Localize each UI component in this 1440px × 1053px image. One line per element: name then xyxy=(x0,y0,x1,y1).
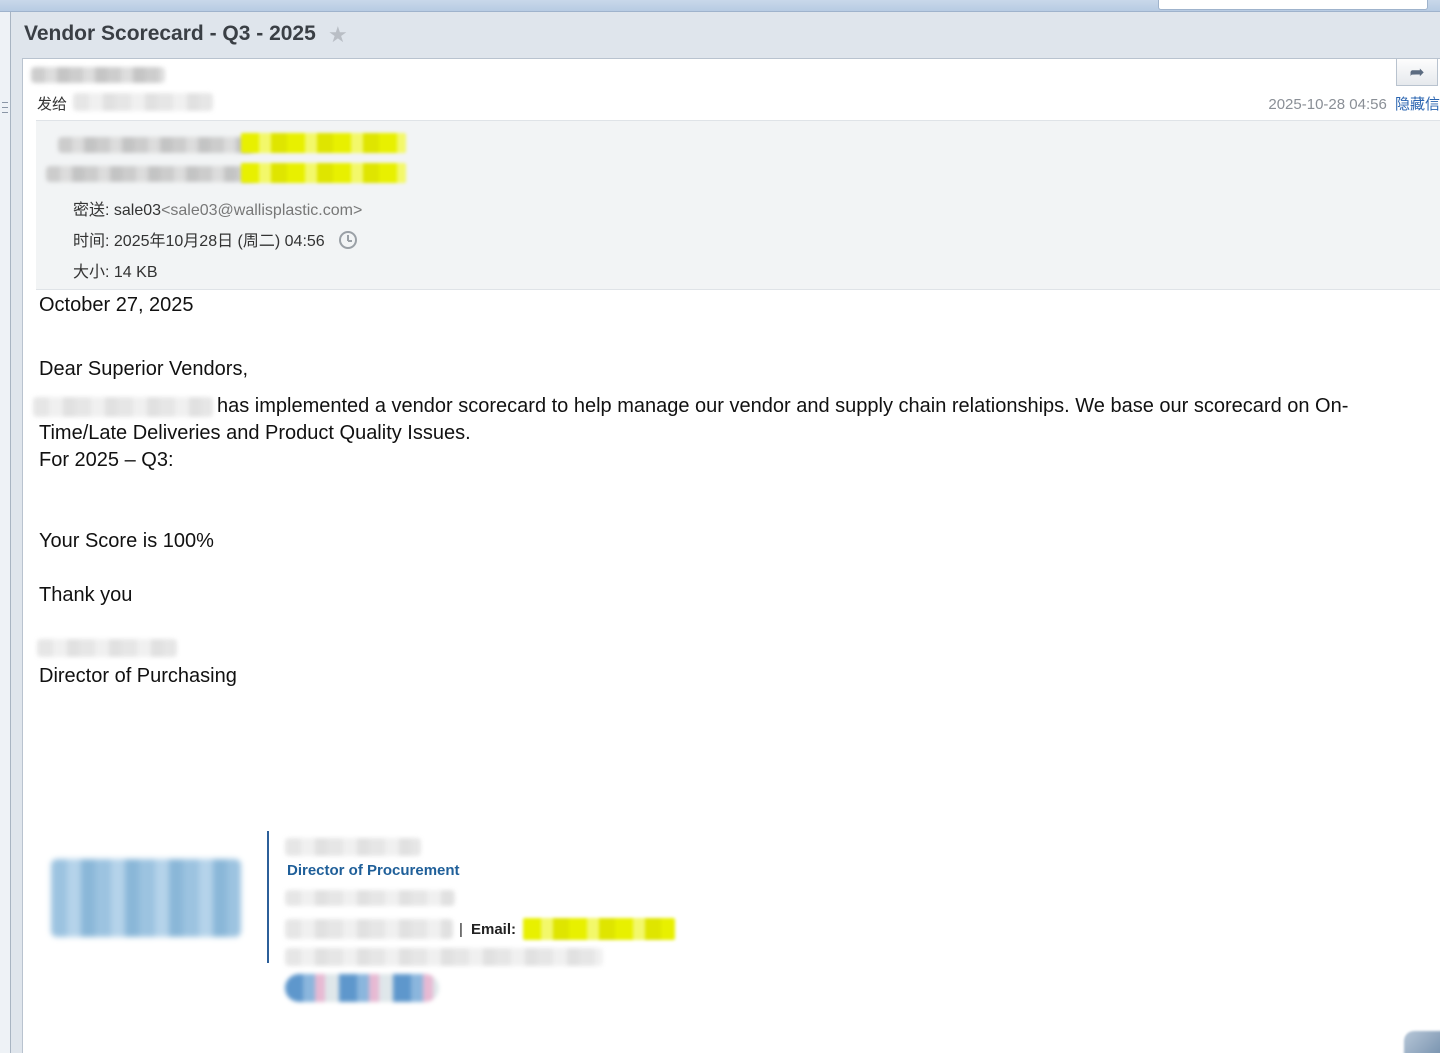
time-row: 时间: 2025年10月28日 (周二) 04:56 xyxy=(73,227,358,251)
paragraph-line-2: Time/Late Deliveries and Product Quality… xyxy=(39,422,471,444)
signer-title: Director of Purchasing xyxy=(39,665,237,687)
signature-title: Director of Procurement xyxy=(287,862,460,879)
sig-address-redacted xyxy=(285,948,603,966)
avatar[interactable] xyxy=(1404,1031,1440,1053)
sig-email-redacted[interactable] xyxy=(523,918,675,940)
header-details: 密送: sale03<sale03@wallisplastic.com> 时间:… xyxy=(36,120,1440,290)
toolbar-strip xyxy=(0,0,1440,12)
time-value: 2025年10月28日 (周二) 04:56 xyxy=(113,233,325,250)
sig-name-redacted xyxy=(285,838,421,856)
search-input[interactable] xyxy=(1158,0,1428,10)
score: Your Score is 100% xyxy=(39,530,214,552)
pane-tick xyxy=(2,112,8,113)
left-pane-edge[interactable] xyxy=(0,12,11,1053)
signature-email-label: Email: xyxy=(471,921,517,938)
recipient-line: 发给 xyxy=(37,93,67,114)
bcc-label: 密送: xyxy=(73,202,110,219)
redacted-highlight xyxy=(241,163,406,183)
email-subject: Vendor Scorecard - Q3 - 2025 xyxy=(24,22,316,45)
history-icon[interactable] xyxy=(339,231,358,249)
pane-tick xyxy=(2,107,8,108)
bcc-name[interactable]: sale03 xyxy=(114,202,161,219)
message-panel: ➦ 发给 2025-10-28 04:56 隐藏信 密送: sale03<sal… xyxy=(22,58,1440,1053)
signature-divider xyxy=(267,831,269,963)
recipient-redacted xyxy=(73,93,213,111)
thanks: Thank you xyxy=(39,584,133,606)
date-value: 2025-10-28 04:56 xyxy=(1268,96,1387,113)
redacted-highlight xyxy=(241,133,406,153)
social-icons[interactable] xyxy=(285,974,439,1002)
reply-button[interactable]: ➦ xyxy=(1396,59,1438,86)
pane-tick xyxy=(2,102,8,103)
to-label: 发给 xyxy=(37,96,68,113)
sig-office-redacted xyxy=(285,890,455,906)
paragraph-line-1: has implemented a vendor scorecard to he… xyxy=(217,395,1349,417)
signer-name-redacted xyxy=(37,639,177,657)
star-icon[interactable]: ★ xyxy=(328,22,348,48)
subject-bar: Vendor Scorecard - Q3 - 2025 ★ xyxy=(11,12,1440,58)
greeting: Dear Superior Vendors, xyxy=(39,358,249,380)
redacted-to xyxy=(46,166,256,182)
size-row: 大小: 14 KB xyxy=(73,258,158,282)
reply-icon: ➦ xyxy=(1409,61,1425,82)
sender-name-redacted xyxy=(31,67,165,83)
bcc-row: 密送: sale03<sale03@wallisplastic.com> xyxy=(73,196,362,220)
size-label: 大小: xyxy=(73,264,110,281)
size-value: 14 KB xyxy=(113,264,158,281)
redacted-from xyxy=(58,137,254,153)
company-redacted xyxy=(33,397,213,417)
time-label: 时间: xyxy=(73,233,110,250)
letter-date: October 27, 2025 xyxy=(39,294,194,316)
period: For 2025 – Q3: xyxy=(39,449,174,471)
hide-details-link[interactable]: 隐藏信 xyxy=(1395,96,1440,113)
sig-phone-redacted xyxy=(285,919,453,939)
signature-separator: | xyxy=(459,921,463,938)
company-logo xyxy=(51,859,241,937)
message-date: 2025-10-28 04:56 隐藏信 xyxy=(1268,93,1440,114)
bcc-email[interactable]: <sale03@wallisplastic.com> xyxy=(161,202,362,219)
